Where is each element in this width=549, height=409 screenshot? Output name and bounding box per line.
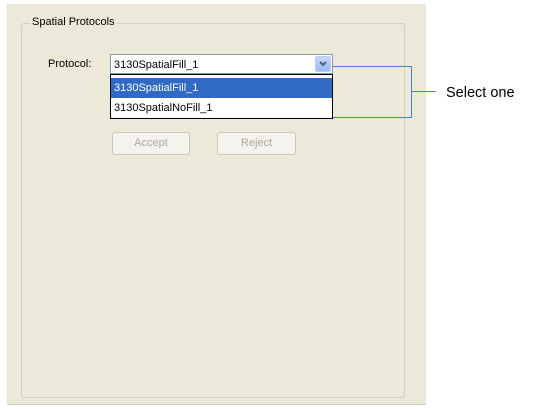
callout-text: Select one: [446, 85, 515, 101]
reject-button[interactable]: Reject: [217, 132, 296, 155]
protocol-label: Protocol:: [48, 58, 92, 70]
dropdown-button[interactable]: [315, 56, 331, 72]
dropdown-option-spatial-fill[interactable]: 3130SpatialFill_1: [111, 78, 332, 98]
protocol-select[interactable]: 3130SpatialFill_1: [110, 54, 333, 74]
accept-button[interactable]: Accept: [112, 132, 190, 155]
callout-line-bottom: [333, 117, 412, 118]
chevron-down-icon: [319, 61, 327, 67]
dropdown-option-spatial-no-fill[interactable]: 3130SpatialNoFill_1: [111, 98, 332, 118]
callout-line-top: [333, 66, 412, 67]
callout-line-pointer: [411, 91, 436, 92]
groupbox-title: Spatial Protocols: [30, 15, 117, 29]
protocol-select-value: 3130SpatialFill_1: [114, 59, 199, 71]
protocol-dropdown-list: 3130SpatialFill_1 3130SpatialNoFill_1: [110, 74, 333, 119]
callout-line-vertical: [411, 66, 412, 118]
